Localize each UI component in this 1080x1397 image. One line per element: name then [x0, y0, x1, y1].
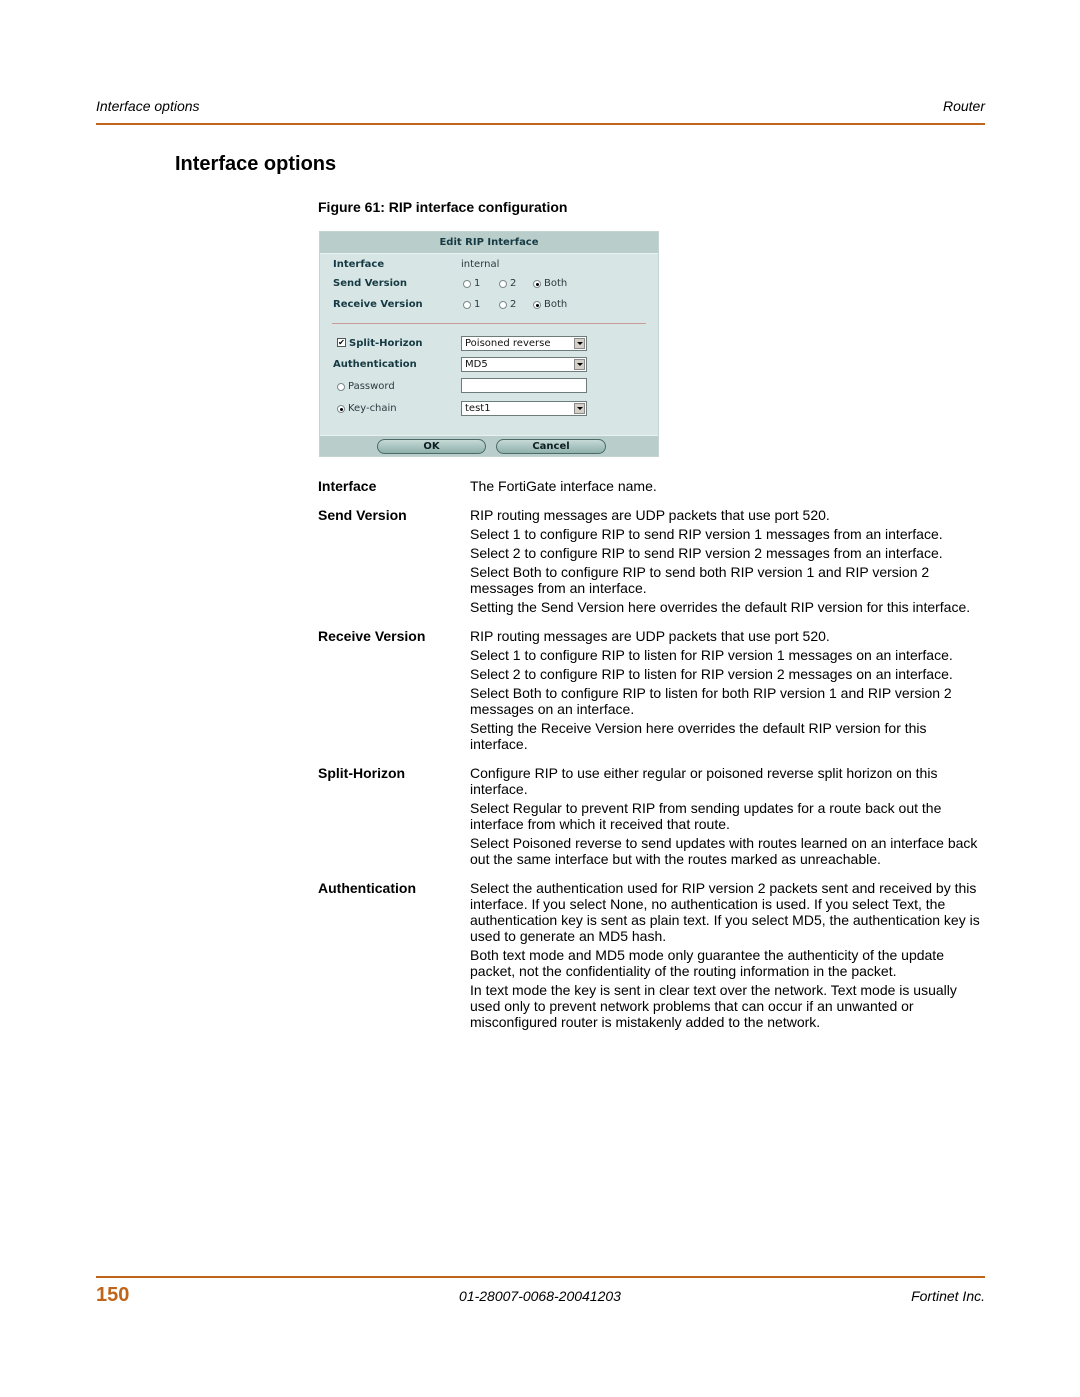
authentication-select[interactable]: MD5	[461, 357, 587, 372]
password-input[interactable]	[461, 378, 587, 393]
send-version-radio-1[interactable]: 1	[463, 278, 480, 289]
chevron-down-icon	[574, 338, 585, 349]
chevron-down-icon	[574, 403, 585, 414]
section-title: Interface options	[175, 153, 337, 175]
term: Interface	[318, 478, 377, 494]
password-radio[interactable]: Password	[337, 381, 395, 392]
description-row-authentication: Authentication Select the authentication…	[318, 880, 988, 1033]
split-horizon-checkbox[interactable]: ✔	[337, 338, 346, 347]
description-paragraph: Setting the Receive Version here overrid…	[470, 720, 927, 752]
description-paragraph: Select 1 to configure RIP to listen for …	[470, 647, 953, 663]
radio-icon	[463, 300, 471, 309]
description-row-interface: Interface The FortiGate interface name.	[318, 478, 988, 497]
radio-icon	[499, 279, 507, 288]
description-paragraph: Configure RIP to use either regular or p…	[470, 765, 938, 797]
footer-rule	[96, 1276, 985, 1278]
running-header-section: Interface options	[96, 98, 200, 114]
receive-version-radio-2[interactable]: 2	[499, 299, 516, 310]
receive-version-radio-1[interactable]: 1	[463, 299, 480, 310]
figure-caption: Figure 61: RIP interface configuration	[318, 199, 568, 215]
radio-selected-icon	[533, 279, 541, 288]
company-name: Fortinet Inc.	[911, 1288, 985, 1304]
description-row-send-version: Send Version RIP routing messages are UD…	[318, 507, 988, 618]
send-version-radio-both[interactable]: Both	[533, 278, 567, 289]
cancel-button[interactable]: Cancel	[496, 439, 606, 454]
description-paragraph: Setting the Send Version here overrides …	[470, 599, 971, 615]
description-paragraph: Select the authentication used for RIP v…	[470, 880, 980, 944]
receive-version-radio-both[interactable]: Both	[533, 299, 567, 310]
description-paragraph: Select Both to configure RIP to send bot…	[470, 564, 930, 596]
radio-icon	[463, 279, 471, 288]
split-horizon-label: Split-Horizon	[349, 338, 423, 349]
description-paragraph: Select 2 to configure RIP to send RIP ve…	[470, 545, 943, 561]
description-paragraph: In text mode the key is sent in clear te…	[470, 982, 957, 1030]
dialog-footer: OK Cancel	[320, 435, 658, 456]
description-paragraph: Select Regular to prevent RIP from sendi…	[470, 800, 942, 832]
interface-label: Interface	[333, 259, 385, 270]
field-descriptions: Interface The FortiGate interface name. …	[318, 478, 988, 1043]
interface-value: internal	[461, 259, 500, 270]
description-paragraph: RIP routing messages are UDP packets tha…	[470, 507, 830, 523]
split-horizon-select[interactable]: Poisoned reverse	[461, 336, 587, 351]
edit-rip-interface-dialog: Edit RIP Interface Interface internal Se…	[319, 231, 659, 457]
key-chain-radio[interactable]: Key-chain	[337, 403, 397, 414]
send-version-label: Send Version	[333, 278, 408, 289]
term: Authentication	[318, 880, 416, 896]
description-paragraph: Select 2 to configure RIP to listen for …	[470, 666, 953, 682]
term: Split-Horizon	[318, 765, 406, 781]
header-rule	[96, 123, 985, 125]
description-paragraph: Select 1 to configure RIP to send RIP ve…	[470, 526, 943, 542]
dialog-title: Edit RIP Interface	[320, 232, 658, 254]
description-paragraph: RIP routing messages are UDP packets tha…	[470, 628, 830, 644]
receive-version-label: Receive Version	[333, 299, 423, 310]
description-paragraph: The FortiGate interface name.	[470, 478, 657, 494]
radio-selected-icon	[533, 300, 541, 309]
term: Receive Version	[318, 628, 426, 644]
chevron-down-icon	[574, 359, 585, 370]
ok-button[interactable]: OK	[377, 439, 486, 454]
send-version-radio-2[interactable]: 2	[499, 278, 516, 289]
radio-icon	[337, 382, 345, 391]
description-paragraph: Select Poisoned reverse to send updates …	[470, 835, 978, 867]
description-paragraph: Both text mode and MD5 mode only guarant…	[470, 947, 944, 979]
dialog-divider	[332, 323, 646, 324]
description-paragraph: Select Both to configure RIP to listen f…	[470, 685, 952, 717]
running-header-chapter: Router	[942, 98, 985, 114]
authentication-label: Authentication	[333, 359, 417, 370]
term: Send Version	[318, 507, 407, 523]
radio-selected-icon	[337, 404, 345, 413]
description-row-receive-version: Receive Version RIP routing messages are…	[318, 628, 988, 755]
description-row-split-horizon: Split-Horizon Configure RIP to use eithe…	[318, 765, 988, 870]
key-chain-select[interactable]: test1	[461, 401, 587, 416]
radio-icon	[499, 300, 507, 309]
